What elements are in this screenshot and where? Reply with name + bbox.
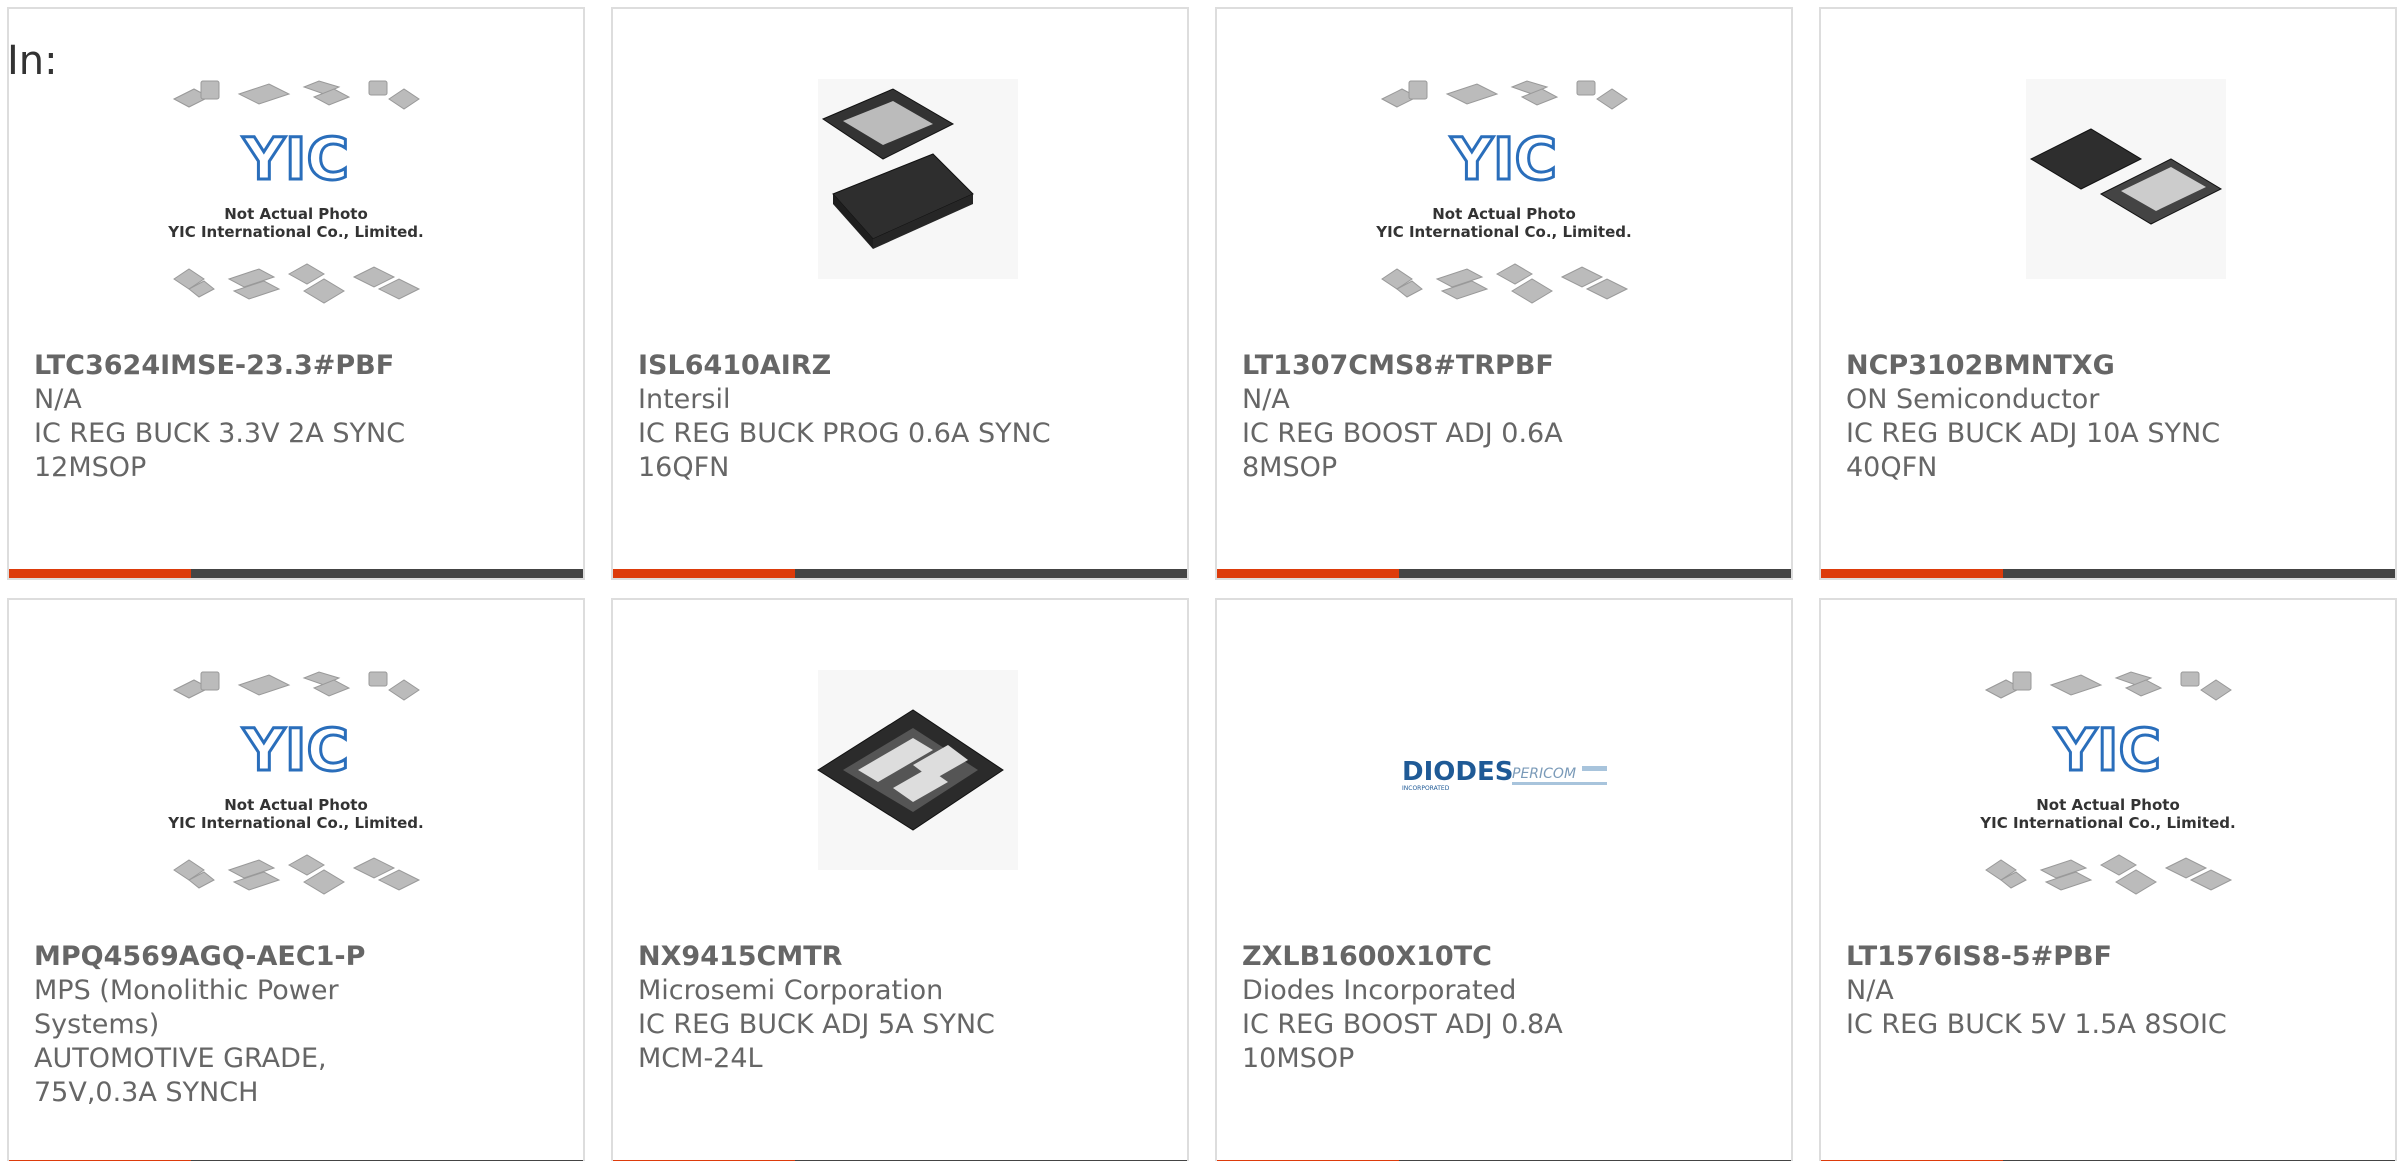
yic-logo: YIC: [2054, 716, 2161, 784]
card-accent-bar: [1217, 569, 1399, 578]
product-info: NX9415CMTR Microsemi Corporation IC REG …: [638, 940, 1058, 1076]
product-grid-page: In: YIC Not Actual Photo YIC Internation…: [0, 0, 2400, 1161]
diodes-brand: DIODES: [1402, 757, 1513, 787]
card-accent-bar: [9, 569, 191, 578]
description: IC REG BOOST ADJ 0.8A 10MSOP: [1242, 1009, 1563, 1074]
product-card[interactable]: NCP3102BMNTXG ON Semiconductor IC REG BU…: [1819, 7, 2397, 580]
part-number[interactable]: LTC3624IMSE-23.3#PBF: [34, 349, 454, 383]
product-info: NCP3102BMNTXG ON Semiconductor IC REG BU…: [1846, 349, 2266, 485]
product-info: MPQ4569AGQ-AEC1-P MPS (Monolithic Power …: [34, 940, 454, 1110]
description: IC REG BUCK 3.3V 2A SYNC 12MSOP: [34, 418, 406, 483]
placeholder-line2: YIC International Co., Limited.: [1979, 814, 2235, 832]
description: IC REG BUCK 5V 1.5A 8SOIC: [1846, 1009, 2227, 1040]
part-number[interactable]: NCP3102BMNTXG: [1846, 349, 2266, 383]
not-actual-photo-placeholder-image: YIC Not Actual Photo YIC International C…: [1979, 671, 2236, 895]
yic-logo: YIC: [242, 716, 349, 784]
description: IC REG BUCK PROG 0.6A SYNC 16QFN: [638, 418, 1051, 483]
manufacturer: Intersil: [638, 384, 731, 415]
placeholder-line2: YIC International Co., Limited.: [1375, 223, 1631, 241]
placeholder-line1: Not Actual Photo: [224, 796, 368, 814]
diodes-logo-image: DIODES INCORPORATED PERICOM: [1402, 757, 1607, 792]
part-number[interactable]: LT1576IS8-5#PBF: [1846, 940, 2266, 974]
product-card[interactable]: NX9415CMTR Microsemi Corporation IC REG …: [611, 598, 1189, 1161]
qfn-chip-image: [818, 79, 1018, 279]
mcm-chip-image: [817, 670, 1018, 870]
product-info: ZXLB1600X10TC Diodes Incorporated IC REG…: [1242, 940, 1662, 1076]
description: AUTOMOTIVE GRADE, 75V,0.3A SYNCH: [34, 1043, 327, 1108]
qfn-large-chip-image: [2026, 79, 2226, 279]
placeholder-line2: YIC International Co., Limited.: [167, 223, 423, 241]
part-number[interactable]: MPQ4569AGQ-AEC1-P: [34, 940, 454, 974]
description: IC REG BUCK ADJ 10A SYNC 40QFN: [1846, 418, 2221, 483]
card-bottom-bar: [1821, 569, 2395, 578]
diodes-sub: INCORPORATED: [1402, 785, 1450, 792]
part-number[interactable]: NX9415CMTR: [638, 940, 1058, 974]
part-number[interactable]: ZXLB1600X10TC: [1242, 940, 1662, 974]
yic-logo: YIC: [1450, 125, 1557, 193]
card-bottom-bar: [613, 569, 1187, 578]
card-accent-bar: [613, 569, 795, 578]
manufacturer: MPS (Monolithic Power Systems): [34, 975, 339, 1040]
pericom-brand: PERICOM: [1512, 766, 1576, 782]
product-info: ISL6410AIRZ Intersil IC REG BUCK PROG 0.…: [638, 349, 1058, 485]
placeholder-line2: YIC International Co., Limited.: [167, 814, 423, 832]
in-label: In:: [7, 38, 58, 84]
card-bottom-bar: [9, 569, 583, 578]
product-card[interactable]: ISL6410AIRZ Intersil IC REG BUCK PROG 0.…: [611, 7, 1189, 580]
product-info: LTC3624IMSE-23.3#PBF N/A IC REG BUCK 3.3…: [34, 349, 454, 485]
product-card[interactable]: DIODES INCORPORATED PERICOM ZXLB1600X10T…: [1215, 598, 1793, 1161]
manufacturer: N/A: [1846, 975, 1894, 1006]
product-card[interactable]: YIC Not Actual Photo YIC International C…: [1215, 7, 1793, 580]
yic-logo: YIC: [242, 125, 349, 193]
product-card[interactable]: YIC Not Actual Photo YIC International C…: [1819, 598, 2397, 1161]
manufacturer: Diodes Incorporated: [1242, 975, 1517, 1006]
product-info: LT1307CMS8#TRPBF N/A IC REG BOOST ADJ 0.…: [1242, 349, 1662, 485]
description: IC REG BOOST ADJ 0.6A 8MSOP: [1242, 418, 1563, 483]
placeholder-line1: Not Actual Photo: [1432, 205, 1576, 223]
part-number[interactable]: LT1307CMS8#TRPBF: [1242, 349, 1662, 383]
not-actual-photo-placeholder-image: YIC Not Actual Photo YIC International C…: [1375, 80, 1632, 304]
manufacturer: N/A: [1242, 384, 1290, 415]
not-actual-photo-placeholder-image: YIC Not Actual Photo YIC International C…: [167, 80, 424, 304]
product-grid: YIC Not Actual Photo YIC International C…: [7, 7, 2400, 1161]
part-number[interactable]: ISL6410AIRZ: [638, 349, 1058, 383]
manufacturer: ON Semiconductor: [1846, 384, 2100, 415]
description: IC REG BUCK ADJ 5A SYNC MCM-24L: [638, 1009, 995, 1074]
manufacturer: Microsemi Corporation: [638, 975, 944, 1006]
card-accent-bar: [1821, 569, 2003, 578]
product-card[interactable]: YIC Not Actual Photo YIC International C…: [7, 598, 585, 1161]
product-info: LT1576IS8-5#PBF N/A IC REG BUCK 5V 1.5A …: [1846, 940, 2266, 1042]
card-bottom-bar: [1217, 569, 1791, 578]
placeholder-line1: Not Actual Photo: [224, 205, 368, 223]
placeholder-line1: Not Actual Photo: [2036, 796, 2180, 814]
product-card[interactable]: YIC Not Actual Photo YIC International C…: [7, 7, 585, 580]
manufacturer: N/A: [34, 384, 82, 415]
not-actual-photo-placeholder-image: YIC Not Actual Photo YIC International C…: [167, 671, 424, 895]
